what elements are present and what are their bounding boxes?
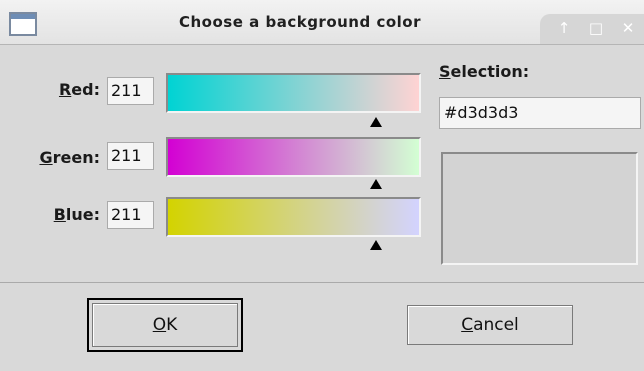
red-marker-icon[interactable] [369,117,382,127]
title-bar[interactable]: Choose a background color ↑ □ ✕ [0,0,644,45]
selection-input[interactable]: #d3d3d3 [439,97,641,129]
green-value-input[interactable]: 211 [107,142,154,170]
window-controls: ↑ □ ✕ [540,14,644,44]
raise-icon[interactable]: ↑ [554,18,574,38]
window-title: Choose a background color [179,13,421,31]
green-label: Green: [39,148,100,167]
color-chooser-dialog: Choose a background color ↑ □ ✕ Red: 211… [0,0,644,371]
color-preview-swatch [441,152,638,265]
blue-marker-icon[interactable] [369,240,382,250]
red-value-input[interactable]: 211 [107,77,154,105]
dialog-body: Red: 211 Green: 211 Blue: 211 Selection:… [0,45,644,283]
red-label: Red: [58,80,100,99]
selection-label: Selection: [439,62,530,81]
green-marker-icon[interactable] [369,179,382,189]
blue-label: Blue: [53,205,100,224]
cancel-button[interactable]: Cancel [407,305,573,345]
blue-value-input[interactable]: 211 [107,201,154,229]
red-gradient-bar[interactable] [166,73,421,113]
green-gradient-bar[interactable] [166,137,421,177]
maximize-icon[interactable]: □ [586,18,606,38]
close-icon[interactable]: ✕ [618,18,638,38]
blue-gradient-bar[interactable] [166,197,421,237]
ok-button[interactable]: OK [92,303,238,347]
